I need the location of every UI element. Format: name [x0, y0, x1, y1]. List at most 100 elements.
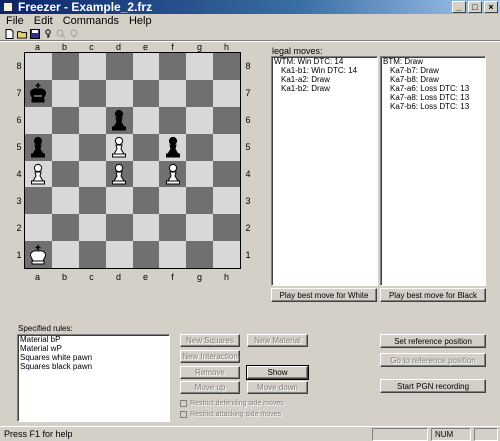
square-g7[interactable]: [186, 79, 214, 107]
square-g5[interactable]: [186, 133, 214, 161]
square-e4[interactable]: [132, 160, 160, 188]
square-h5[interactable]: [213, 133, 240, 161]
black-move-item[interactable]: Ka7-b7: Draw: [381, 66, 485, 75]
square-c3[interactable]: [78, 187, 106, 215]
square-f7[interactable]: [159, 79, 187, 107]
menu-commands[interactable]: Commands: [63, 14, 119, 28]
square-b5[interactable]: [51, 133, 79, 161]
square-c5[interactable]: [78, 133, 106, 161]
square-d5[interactable]: [105, 133, 133, 161]
square-c4[interactable]: [78, 160, 106, 188]
white-pawn-piece[interactable]: [106, 134, 133, 161]
restrict-defending-checkbox[interactable]: [180, 400, 187, 407]
square-e2[interactable]: [132, 214, 160, 242]
new-file-icon[interactable]: [4, 29, 14, 39]
square-f3[interactable]: [159, 187, 187, 215]
new-material-button[interactable]: New Material: [247, 334, 308, 347]
black-king-piece[interactable]: [25, 80, 52, 107]
menu-help[interactable]: Help: [129, 14, 152, 28]
rule-item[interactable]: Material bP: [18, 335, 169, 344]
square-b4[interactable]: [51, 160, 79, 188]
new-squares-button[interactable]: New Squares: [180, 334, 240, 347]
minimize-button[interactable]: _: [452, 1, 466, 13]
square-g6[interactable]: [186, 106, 214, 134]
white-pawn-piece[interactable]: [106, 161, 133, 188]
square-e7[interactable]: [132, 79, 160, 107]
close-button[interactable]: ×: [484, 1, 498, 13]
remove-button[interactable]: Remove: [180, 366, 240, 379]
start-pgn-recording-button[interactable]: Start PGN recording: [380, 379, 486, 393]
title-bar[interactable]: Freezer - Example_2.frz _ □ ×: [0, 0, 500, 14]
square-d3[interactable]: [105, 187, 133, 215]
square-a3[interactable]: [25, 187, 52, 215]
square-b7[interactable]: [51, 79, 79, 107]
black-move-item[interactable]: Ka7-b8: Draw: [381, 75, 485, 84]
square-c6[interactable]: [78, 106, 106, 134]
search-disabled-icon[interactable]: [69, 29, 79, 39]
square-h8[interactable]: [213, 53, 240, 80]
white-move-item[interactable]: Ka1-b2: Draw: [272, 84, 377, 93]
square-b6[interactable]: [51, 106, 79, 134]
square-a4[interactable]: [25, 160, 52, 188]
maximize-button[interactable]: □: [468, 1, 482, 13]
move-down-button[interactable]: Move down: [247, 381, 308, 394]
black-pawn-piece[interactable]: [159, 134, 186, 161]
square-h6[interactable]: [213, 106, 240, 134]
white-move-item[interactable]: Ka1-a2: Draw: [272, 75, 377, 84]
menu-edit[interactable]: Edit: [34, 14, 53, 28]
square-f5[interactable]: [159, 133, 187, 161]
white-move-item[interactable]: Ka1-b1: Win DTC: 14: [272, 66, 377, 75]
square-c2[interactable]: [78, 214, 106, 242]
square-f4[interactable]: [159, 160, 187, 188]
square-c8[interactable]: [78, 53, 106, 80]
square-h3[interactable]: [213, 187, 240, 215]
set-reference-position-button[interactable]: Set reference position: [380, 334, 486, 348]
key-icon[interactable]: [43, 29, 53, 39]
square-d1[interactable]: [105, 241, 133, 268]
play-best-white-button[interactable]: Play best move for White: [271, 288, 377, 302]
square-d4[interactable]: [105, 160, 133, 188]
move-up-button[interactable]: Move up: [180, 381, 240, 394]
black-moves-list[interactable]: BTM: Draw Ka7-b7: Draw Ka7-b8: Draw Ka7-…: [380, 56, 486, 286]
find-disabled-icon[interactable]: [56, 29, 66, 39]
square-e8[interactable]: [132, 53, 160, 80]
square-h2[interactable]: [213, 214, 240, 242]
square-f2[interactable]: [159, 214, 187, 242]
square-e3[interactable]: [132, 187, 160, 215]
square-g4[interactable]: [186, 160, 214, 188]
black-moves-header[interactable]: BTM: Draw: [381, 57, 485, 66]
new-interaction-button[interactable]: New Interaction: [180, 350, 240, 363]
square-e5[interactable]: [132, 133, 160, 161]
square-g2[interactable]: [186, 214, 214, 242]
square-f8[interactable]: [159, 53, 187, 80]
black-pawn-piece[interactable]: [25, 134, 52, 161]
white-pawn-piece[interactable]: [25, 161, 52, 188]
chess-board[interactable]: [24, 52, 241, 269]
square-c7[interactable]: [78, 79, 106, 107]
square-d8[interactable]: [105, 53, 133, 80]
save-disk-icon[interactable]: [30, 29, 40, 39]
square-b1[interactable]: [51, 241, 79, 268]
black-move-item[interactable]: Ka7-a8: Loss DTC: 13: [381, 93, 485, 102]
square-c1[interactable]: [78, 241, 106, 268]
restrict-attacking-checkbox-row[interactable]: Restrict attacking side moves: [180, 411, 281, 418]
square-f1[interactable]: [159, 241, 187, 268]
square-a1[interactable]: [25, 241, 52, 268]
black-pawn-piece[interactable]: [106, 107, 133, 134]
open-folder-icon[interactable]: [17, 29, 27, 39]
square-a8[interactable]: [25, 53, 52, 80]
square-d7[interactable]: [105, 79, 133, 107]
square-b2[interactable]: [51, 214, 79, 242]
square-f6[interactable]: [159, 106, 187, 134]
restrict-attacking-checkbox[interactable]: [180, 411, 187, 418]
square-a7[interactable]: [25, 79, 52, 107]
square-b8[interactable]: [51, 53, 79, 80]
white-king-piece[interactable]: [25, 241, 52, 268]
white-moves-list[interactable]: WTM: Win DTC: 14 Ka1-b1: Win DTC: 14 Ka1…: [271, 56, 378, 286]
square-h4[interactable]: [213, 160, 240, 188]
square-a6[interactable]: [25, 106, 52, 134]
white-pawn-piece[interactable]: [159, 161, 186, 188]
rule-item[interactable]: Material wP: [18, 344, 169, 353]
square-d6[interactable]: [105, 106, 133, 134]
square-g1[interactable]: [186, 241, 214, 268]
